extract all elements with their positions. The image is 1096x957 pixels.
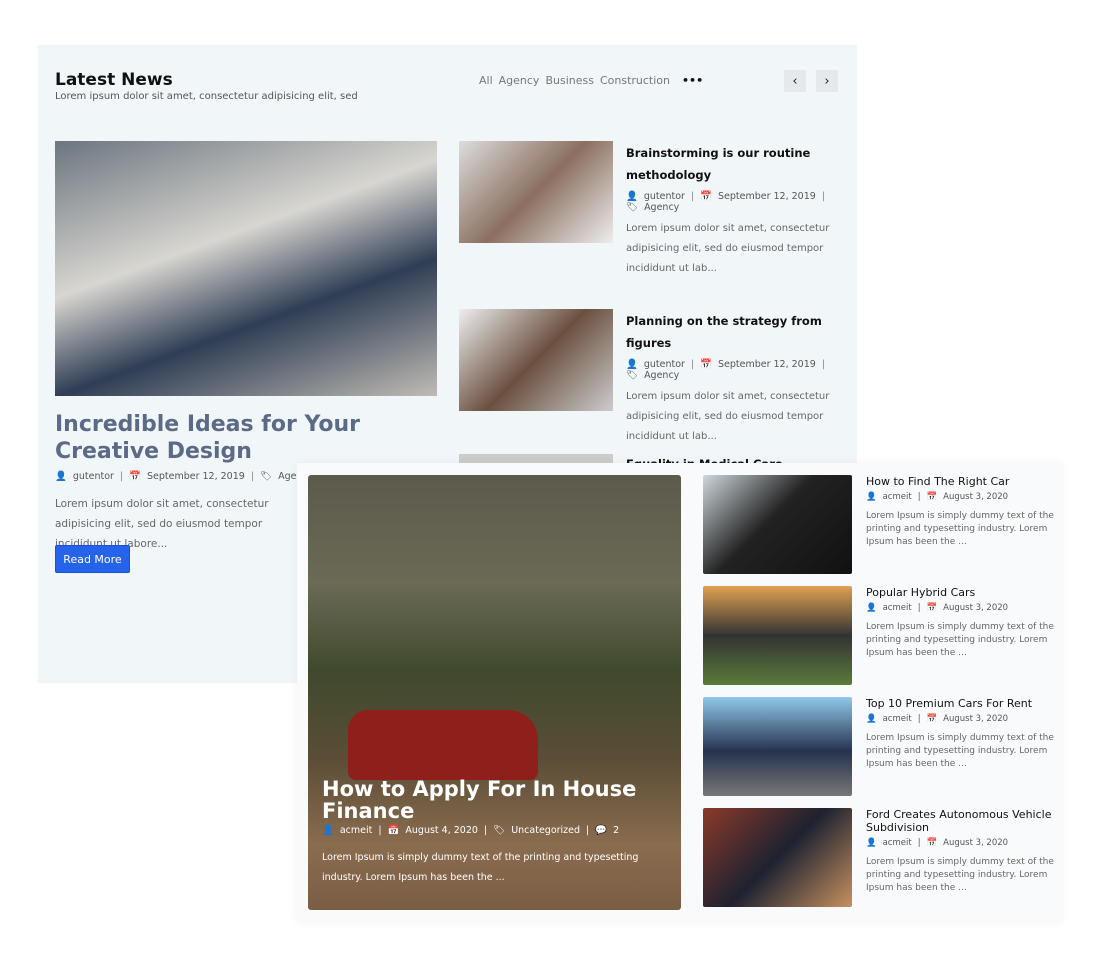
date[interactable]: August 3, 2020 bbox=[943, 492, 1008, 502]
post-meta: 👤 gutentor | 📅 September 12, 2019 | bbox=[626, 359, 826, 370]
post-title[interactable]: Top 10 Premium Cars For Rent bbox=[866, 697, 1061, 710]
post-meta: 👤 acmeit | 📅 August 3, 2020 bbox=[866, 838, 1009, 848]
post-title[interactable]: Planning on the strategy from figures bbox=[626, 310, 856, 354]
category[interactable]: Agency bbox=[644, 202, 679, 213]
post-thumbnail[interactable] bbox=[459, 309, 613, 411]
list-item: Top 10 Premium Cars For Rent 👤 acmeit | 📅 Au… bbox=[866, 697, 1061, 771]
list-item: Brainstorming is our routine methodology… bbox=[626, 142, 846, 279]
post-thumbnail[interactable] bbox=[703, 697, 852, 796]
author[interactable]: acmeit bbox=[883, 838, 912, 848]
calendar-icon: 📅 bbox=[926, 603, 938, 613]
user-icon: 👤 bbox=[322, 825, 334, 836]
user-icon: 👤 bbox=[866, 603, 877, 613]
user-icon: 👤 bbox=[626, 191, 638, 202]
featured-title[interactable]: Incredible Ideas for Your Creative Desig… bbox=[55, 411, 445, 465]
category[interactable]: Agency bbox=[644, 370, 679, 381]
featured-excerpt: Lorem Ipsum is simply dummy text of the … bbox=[322, 852, 639, 883]
date[interactable]: August 3, 2020 bbox=[943, 714, 1008, 724]
date[interactable]: August 3, 2020 bbox=[943, 603, 1008, 613]
user-icon: 👤 bbox=[55, 471, 67, 482]
tag-icon: 🏷 bbox=[493, 825, 506, 836]
list-item: Popular Hybrid Cars 👤 acmeit | 📅 August 3, 2… bbox=[866, 586, 1061, 660]
post-title[interactable]: Brainstorming is our routine methodology bbox=[626, 142, 846, 186]
user-icon: 👤 bbox=[866, 492, 877, 502]
author[interactable]: gutentor bbox=[73, 471, 114, 482]
author[interactable]: gutentor bbox=[644, 191, 685, 202]
post-title[interactable]: How to Find The Right Car bbox=[866, 475, 1061, 488]
more-filters-icon[interactable]: ••• bbox=[682, 74, 703, 87]
comment-icon: 💬 bbox=[595, 825, 608, 836]
post-category: 🏷 Agency bbox=[626, 370, 856, 381]
post-excerpt: Lorem ipsum dolor sit amet, consectetur … bbox=[626, 223, 830, 274]
section-title: Latest News bbox=[55, 70, 173, 90]
car-news-panel: How to Apply For In House Finance 👤 acmei… bbox=[297, 463, 1062, 922]
user-icon: 👤 bbox=[866, 714, 877, 724]
post-excerpt: Lorem Ipsum is simply dummy text of the … bbox=[866, 733, 1054, 769]
filter-agency[interactable]: Agency bbox=[499, 74, 540, 87]
featured-image[interactable] bbox=[55, 141, 437, 396]
post-title[interactable]: Popular Hybrid Cars bbox=[866, 586, 1061, 599]
calendar-icon: 📅 bbox=[926, 838, 938, 848]
user-icon: 👤 bbox=[866, 838, 877, 848]
date[interactable]: August 3, 2020 bbox=[943, 838, 1008, 848]
post-meta: 👤 acmeit | 📅 August 3, 2020 bbox=[866, 492, 1009, 502]
list-item: Ford Creates Autonomous Vehicle Subdivis… bbox=[866, 808, 1061, 895]
tag-icon: 🏷 bbox=[626, 202, 639, 213]
list-item: How to Find The Right Car 👤 acmeit | 📅 Augus… bbox=[866, 475, 1061, 549]
post-meta: 👤 gutentor | 📅 September 12, 2019 | bbox=[626, 191, 826, 202]
comment-count[interactable]: 2 bbox=[613, 825, 619, 836]
author[interactable]: acmeit bbox=[883, 492, 912, 502]
author[interactable]: acmeit bbox=[883, 603, 912, 613]
featured-car-image[interactable]: How to Apply For In House Finance 👤 acmei… bbox=[308, 475, 681, 910]
post-category: 🏷 Agency bbox=[626, 202, 846, 213]
author[interactable]: gutentor bbox=[644, 359, 685, 370]
post-excerpt: Lorem Ipsum is simply dummy text of the … bbox=[866, 857, 1054, 893]
post-excerpt: Lorem Ipsum is simply dummy text of the … bbox=[866, 622, 1054, 658]
tag-icon: 🏷 bbox=[626, 370, 639, 381]
tag-icon: 🏷 bbox=[260, 471, 273, 482]
post-meta: 👤 acmeit | 📅 August 3, 2020 bbox=[866, 603, 1009, 613]
calendar-icon: 📅 bbox=[387, 825, 400, 836]
post-thumbnail[interactable] bbox=[703, 808, 852, 907]
author[interactable]: acmeit bbox=[883, 714, 912, 724]
calendar-icon: 📅 bbox=[926, 714, 938, 724]
red-car-image bbox=[348, 710, 538, 780]
read-more-button[interactable]: Read More bbox=[55, 545, 130, 573]
calendar-icon: 📅 bbox=[700, 191, 712, 202]
user-icon: 👤 bbox=[626, 359, 638, 370]
featured-title[interactable]: How to Apply For In House Finance bbox=[322, 778, 662, 822]
prev-button[interactable]: ‹ bbox=[784, 70, 806, 92]
list-item: Planning on the strategy from figures 👤 g… bbox=[626, 310, 856, 447]
calendar-icon: 📅 bbox=[129, 471, 141, 482]
calendar-icon: 📅 bbox=[700, 359, 712, 370]
next-button[interactable]: › bbox=[816, 70, 838, 92]
author[interactable]: acmeit bbox=[340, 825, 373, 836]
post-thumbnail[interactable] bbox=[703, 586, 852, 685]
date[interactable]: September 12, 2019 bbox=[147, 471, 245, 482]
section-subtitle: Lorem ipsum dolor sit amet, consectetur … bbox=[55, 91, 358, 102]
category-filters: All Agency Business Construction ••• bbox=[479, 74, 703, 87]
filter-construction[interactable]: Construction bbox=[600, 74, 670, 87]
date[interactable]: September 12, 2019 bbox=[718, 359, 816, 370]
calendar-icon: 📅 bbox=[926, 492, 938, 502]
post-thumbnail[interactable] bbox=[703, 475, 852, 574]
post-excerpt: Lorem ipsum dolor sit amet, consectetur … bbox=[626, 391, 830, 442]
post-title[interactable]: Ford Creates Autonomous Vehicle Subdivis… bbox=[866, 808, 1061, 834]
date[interactable]: August 4, 2020 bbox=[405, 825, 478, 836]
filter-business[interactable]: Business bbox=[545, 74, 594, 87]
category[interactable]: Uncategorized bbox=[511, 825, 580, 836]
post-meta: 👤 acmeit | 📅 August 3, 2020 bbox=[866, 714, 1009, 724]
featured-meta: 👤 acmeit | 📅 August 4, 2020 | 🏷 Uncategorized… bbox=[322, 825, 620, 836]
date[interactable]: September 12, 2019 bbox=[718, 191, 816, 202]
post-excerpt: Lorem Ipsum is simply dummy text of the … bbox=[866, 511, 1054, 547]
featured-meta: 👤 gutentor | 📅 September 12, 2019 | 🏷 Agency bbox=[55, 471, 314, 482]
filter-all[interactable]: All bbox=[479, 74, 493, 87]
post-thumbnail[interactable] bbox=[459, 141, 613, 243]
